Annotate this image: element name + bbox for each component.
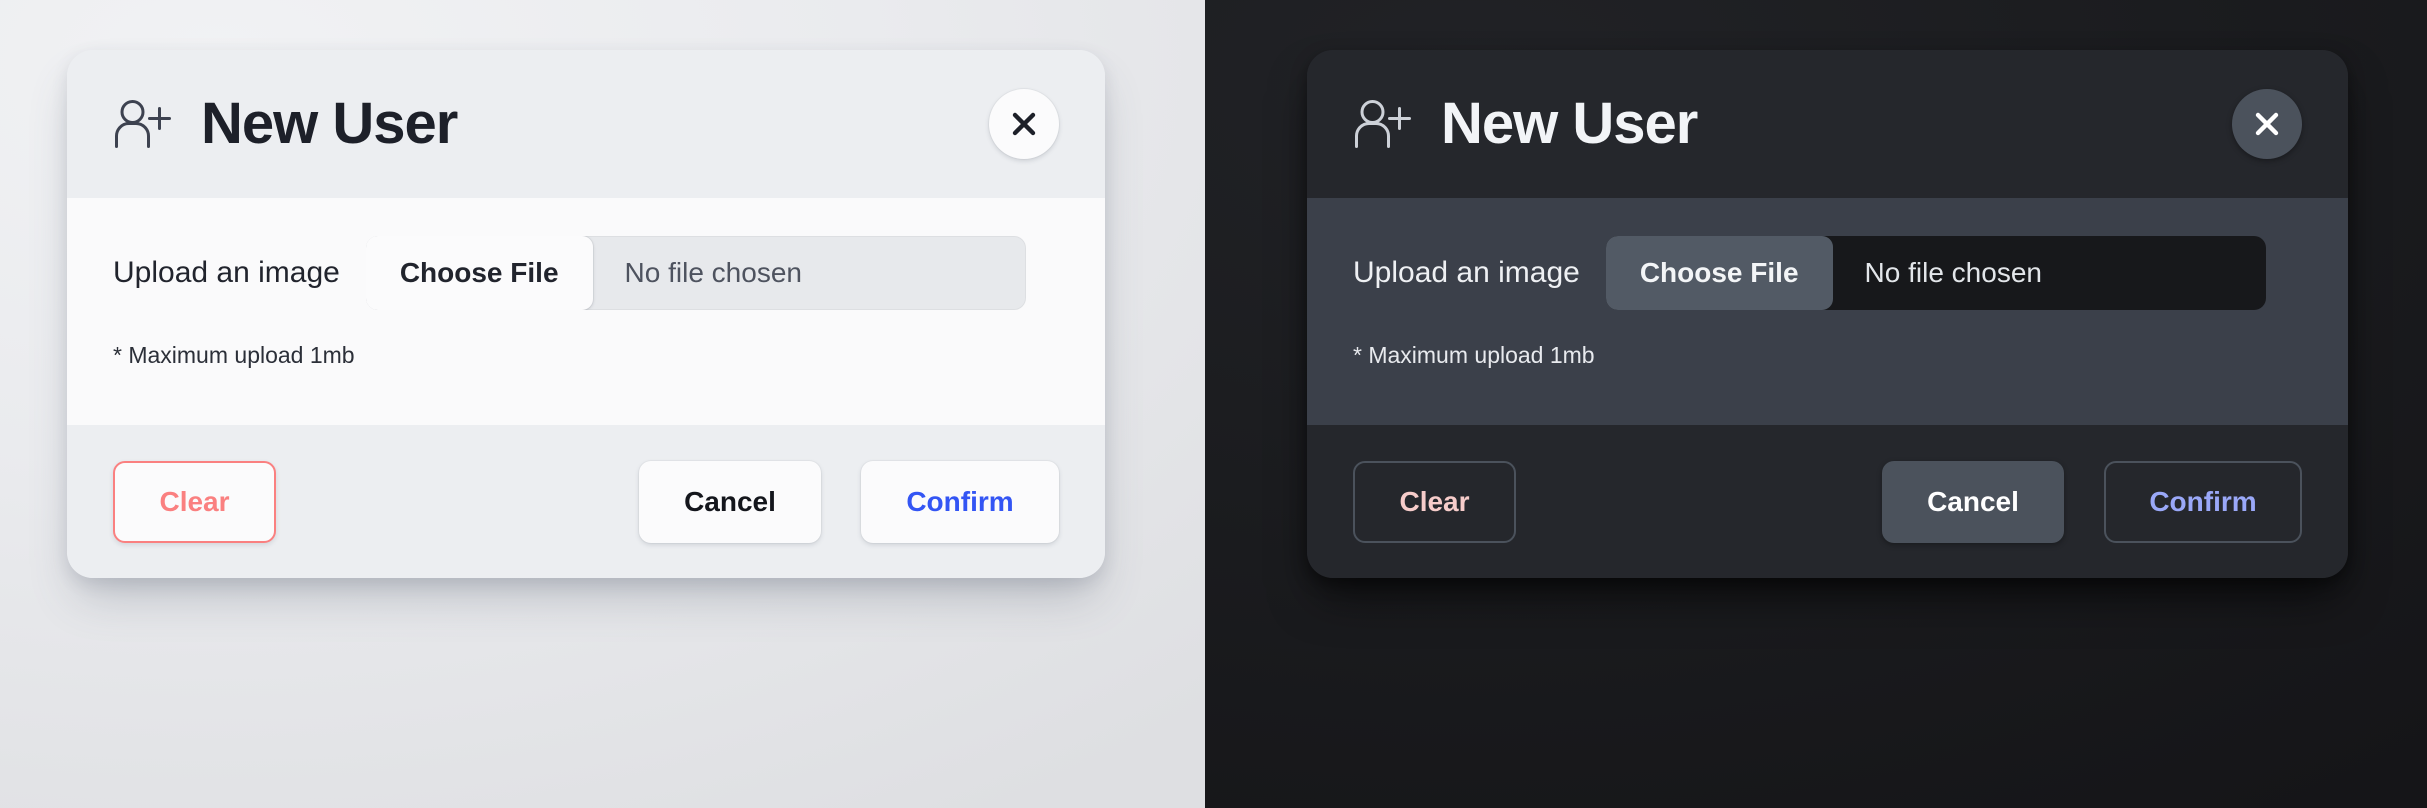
- confirm-button[interactable]: Confirm: [861, 460, 1059, 543]
- page-title: New User: [1441, 91, 1698, 156]
- cancel-button[interactable]: Cancel: [1882, 460, 2064, 543]
- new-user-dialog-light: New User Upload an image Choose File No …: [67, 50, 1105, 578]
- dialog-header: New User: [67, 50, 1105, 198]
- upload-field-label: Upload an image: [1353, 256, 1580, 289]
- close-icon: [2252, 109, 2282, 139]
- close-button[interactable]: [2232, 89, 2302, 159]
- cancel-button[interactable]: Cancel: [639, 460, 821, 543]
- close-button[interactable]: [989, 89, 1059, 159]
- theme-comparison-stage: New User Upload an image Choose File No …: [0, 0, 2427, 808]
- upload-field-row: Upload an image Choose File No file chos…: [1353, 236, 2302, 310]
- upload-hint: * Maximum upload 1mb: [113, 342, 355, 368]
- footer-action-group: Cancel Confirm: [1882, 460, 2302, 543]
- dialog-header-left: New User: [1353, 91, 1698, 156]
- confirm-button[interactable]: Confirm: [2104, 460, 2302, 543]
- close-icon: [1009, 109, 1039, 139]
- upload-field-label: Upload an image: [113, 256, 340, 289]
- file-input[interactable]: Choose File No file chosen: [365, 236, 1026, 310]
- user-plus-icon: [113, 98, 171, 150]
- footer-action-group: Cancel Confirm: [639, 460, 1059, 543]
- dialog-footer: Clear Cancel Confirm: [1307, 425, 2348, 578]
- file-status-text: No file chosen: [624, 257, 802, 288]
- new-user-dialog-dark: New User Upload an image Choose File No …: [1307, 50, 2348, 578]
- dialog-body: Upload an image Choose File No file chos…: [1307, 198, 2348, 425]
- clear-button[interactable]: Clear: [1353, 460, 1516, 543]
- page-title: New User: [201, 91, 458, 156]
- dialog-header: New User: [1307, 50, 2348, 198]
- upload-field-row: Upload an image Choose File No file chos…: [113, 236, 1059, 310]
- dialog-header-left: New User: [113, 91, 458, 156]
- choose-file-button[interactable]: Choose File: [365, 236, 593, 310]
- choose-file-button[interactable]: Choose File: [1605, 236, 1833, 310]
- dialog-footer: Clear Cancel Confirm: [67, 425, 1105, 578]
- user-plus-icon: [1353, 98, 1411, 150]
- file-status-text: No file chosen: [1864, 257, 2042, 288]
- upload-hint: * Maximum upload 1mb: [1353, 342, 1595, 368]
- dark-theme-pane: New User Upload an image Choose File No …: [1205, 0, 2427, 808]
- clear-button[interactable]: Clear: [113, 460, 276, 543]
- dialog-body: Upload an image Choose File No file chos…: [67, 198, 1105, 425]
- file-input[interactable]: Choose File No file chosen: [1605, 236, 2266, 310]
- light-theme-pane: New User Upload an image Choose File No …: [0, 0, 1205, 808]
